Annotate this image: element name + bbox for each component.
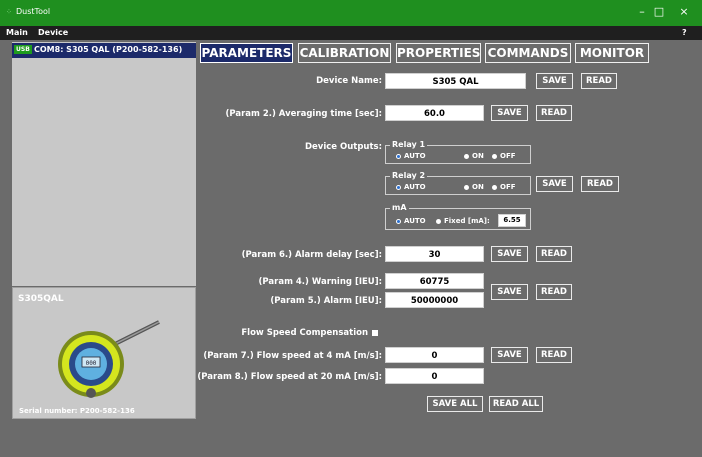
relay2-on-radio[interactable]: ON — [464, 183, 484, 191]
device-name-field[interactable]: S305 QAL — [385, 73, 526, 89]
save-all-button[interactable]: SAVE ALL — [427, 396, 483, 412]
save-outputs-button[interactable]: SAVE — [536, 176, 573, 192]
serial-number: Serial number: P200-582-136 — [19, 407, 135, 415]
title-bar: ⁘ DustTool – □ × — [0, 0, 702, 26]
flow-speed-20ma-label: (Param 8.) Flow speed at 20 mA [m/s]: — [197, 372, 382, 382]
maximize-button[interactable]: □ — [651, 5, 667, 18]
ma-group: mA AUTO Fixed [mA]: 6.55 — [385, 203, 531, 230]
svg-text:000: 000 — [86, 360, 97, 367]
flow-compensation-label: Flow Speed Compensation — [241, 328, 368, 338]
tab-calibration[interactable]: CALIBRATION — [298, 43, 391, 63]
menu-device[interactable]: Device — [38, 28, 68, 37]
save-device-name-button[interactable]: SAVE — [536, 73, 573, 89]
save-flow-speed-button[interactable]: SAVE — [491, 347, 528, 363]
averaging-time-field[interactable]: 60.0 — [385, 105, 484, 121]
read-alarm-delay-button[interactable]: READ — [536, 246, 572, 262]
relay1-group: Relay 1 AUTO ON OFF — [385, 140, 531, 164]
ma-fixed-value-field[interactable]: 6.55 — [498, 214, 526, 227]
alarm-field[interactable]: 50000000 — [385, 292, 484, 308]
alarm-delay-field[interactable]: 30 — [385, 246, 484, 262]
relay2-off-radio[interactable]: OFF — [492, 183, 516, 191]
relay2-auto-radio[interactable]: AUTO — [396, 183, 426, 191]
flow-speed-20ma-field[interactable]: 0 — [385, 368, 484, 384]
save-alarm-button[interactable]: SAVE — [491, 284, 528, 300]
alarm-delay-label: (Param 6.) Alarm delay [sec]: — [241, 250, 382, 260]
device-photo-panel: S305QAL 000 Serial number: P200-582-136 — [12, 287, 196, 419]
tab-monitor[interactable]: MONITOR — [575, 43, 649, 63]
read-averaging-button[interactable]: READ — [536, 105, 572, 121]
ma-auto-radio[interactable]: AUTO — [396, 217, 426, 225]
read-flow-speed-button[interactable]: READ — [536, 347, 572, 363]
relay1-title: Relay 1 — [390, 140, 428, 149]
warning-field[interactable]: 60775 — [385, 273, 484, 289]
menu-help[interactable]: ? — [682, 28, 687, 37]
menu-bar: Main Device ? — [0, 26, 702, 40]
read-alarm-button[interactable]: READ — [536, 284, 572, 300]
minimize-button[interactable]: – — [634, 5, 650, 18]
device-name-label: Device Name: — [316, 76, 382, 86]
device-list-panel — [12, 42, 196, 286]
relay2-group: Relay 2 AUTO ON OFF — [385, 171, 531, 195]
read-outputs-button[interactable]: READ — [581, 176, 619, 192]
dusttool-logo-icon: ⁘ — [6, 8, 12, 16]
save-averaging-button[interactable]: SAVE — [491, 105, 528, 121]
flow-compensation-checkbox[interactable] — [372, 330, 378, 336]
warning-label: (Param 4.) Warning [IEU]: — [258, 277, 382, 287]
menu-main[interactable]: Main — [6, 28, 28, 37]
flow-speed-4ma-field[interactable]: 0 — [385, 347, 484, 363]
usb-badge: USB — [14, 45, 32, 54]
relay1-on-radio[interactable]: ON — [464, 152, 484, 160]
relay1-auto-radio[interactable]: AUTO — [396, 152, 426, 160]
tab-commands[interactable]: COMMANDS — [485, 43, 571, 63]
close-button[interactable]: × — [676, 5, 692, 18]
window-title: DustTool — [16, 7, 51, 16]
device-photo-image: 000 — [58, 320, 160, 398]
relay2-title: Relay 2 — [390, 171, 428, 180]
save-alarm-delay-button[interactable]: SAVE — [491, 246, 528, 262]
read-device-name-button[interactable]: READ — [581, 73, 617, 89]
ma-fixed-radio[interactable]: Fixed [mA]: — [436, 217, 490, 225]
read-all-button[interactable]: READ ALL — [489, 396, 543, 412]
relay1-off-radio[interactable]: OFF — [492, 152, 516, 160]
alarm-label: (Param 5.) Alarm [IEU]: — [270, 296, 382, 306]
app-window: ⁘ DustTool – □ × Main Device ? USB COM8:… — [0, 0, 702, 457]
tab-properties[interactable]: PROPERTIES — [396, 43, 481, 63]
device-outputs-label: Device Outputs: — [304, 142, 382, 152]
device-model-name: S305QAL — [18, 294, 64, 304]
tab-parameters[interactable]: PARAMETERS — [200, 43, 293, 63]
ma-title: mA — [390, 203, 409, 212]
device-list-item[interactable]: USB COM8: S305 QAL (P200-582-136) — [12, 43, 196, 58]
flow-speed-4ma-label: (Param 7.) Flow speed at 4 mA [m/s]: — [203, 351, 382, 361]
averaging-time-label: (Param 2.) Averaging time [sec]: — [225, 109, 382, 119]
device-list-item-label: COM8: S305 QAL (P200-582-136) — [34, 45, 183, 54]
